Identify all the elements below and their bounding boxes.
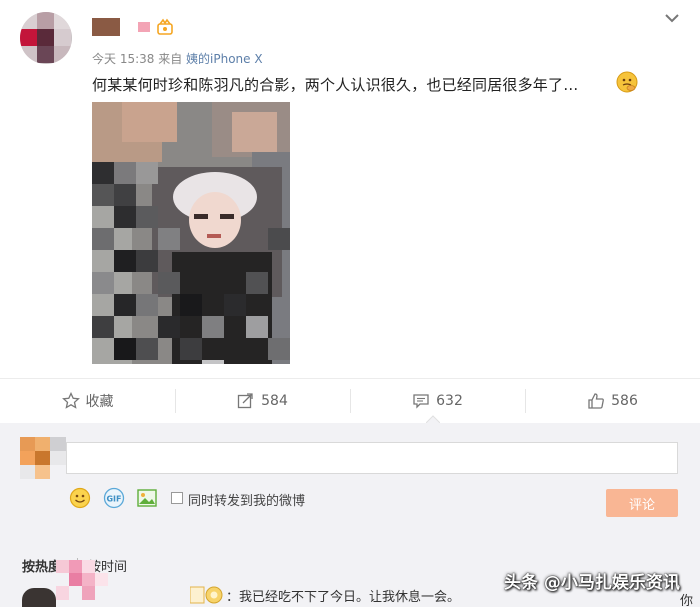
author-avatar[interactable] bbox=[20, 12, 72, 64]
post-action-bar: 收藏 584 632 586 bbox=[0, 378, 700, 424]
author-name-redacted[interactable] bbox=[92, 18, 120, 36]
post-meta: 今天 15:38 来自 姨的iPhone X bbox=[92, 50, 263, 67]
post-photo-pixelated[interactable] bbox=[92, 102, 290, 364]
post-device[interactable]: 姨的iPhone X bbox=[186, 52, 263, 66]
favorite-label: 收藏 bbox=[85, 394, 114, 410]
comment-count: 632 bbox=[436, 393, 463, 409]
comment-input[interactable] bbox=[66, 442, 678, 474]
image-icon[interactable] bbox=[136, 487, 158, 509]
submit-comment-button[interactable]: 评论 bbox=[606, 489, 678, 517]
repost-checkbox-label[interactable]: 同时转发到我的微博 bbox=[188, 490, 305, 509]
chevron-down-icon[interactable] bbox=[662, 10, 682, 26]
post-text: 何某某何时珍和陈羽凡的合影，两个人认识很久，也已经同居很多年了… bbox=[92, 76, 579, 94]
post-time: 今天 15:38 来自 bbox=[92, 52, 187, 66]
source-watermark: 头条 @小马扎娱乐资讯 bbox=[504, 573, 680, 593]
star-icon bbox=[61, 392, 80, 409]
commenter-avatar[interactable] bbox=[22, 588, 56, 607]
redacted-blur bbox=[56, 560, 108, 600]
thumbs-up-icon bbox=[588, 393, 605, 409]
fan-badge-icon bbox=[190, 586, 223, 604]
thinking-emoji-icon bbox=[616, 71, 638, 93]
emoji-icon[interactable] bbox=[69, 487, 91, 509]
repost-count: 584 bbox=[261, 393, 288, 409]
repost-icon bbox=[237, 393, 253, 409]
my-avatar[interactable] bbox=[20, 437, 66, 479]
photo-image bbox=[92, 102, 290, 364]
truncated-text: 你 bbox=[680, 594, 694, 609]
favorite-button[interactable]: 收藏 bbox=[0, 379, 175, 423]
comment-icon bbox=[413, 394, 429, 409]
repost-button[interactable]: 584 bbox=[175, 379, 350, 423]
gif-icon[interactable]: GIF bbox=[103, 487, 125, 509]
repost-checkbox[interactable] bbox=[171, 492, 183, 504]
comment-pointer-caret bbox=[426, 415, 440, 423]
like-count: 586 bbox=[611, 393, 638, 409]
vip-crown-icon bbox=[157, 18, 173, 35]
svg-text:GIF: GIF bbox=[106, 495, 121, 504]
like-button[interactable]: 586 bbox=[525, 379, 700, 423]
author-name-redacted-tail bbox=[138, 22, 150, 32]
first-reply-text: ：我已经吃不下了今日。让我休息一会。 bbox=[226, 590, 461, 605]
